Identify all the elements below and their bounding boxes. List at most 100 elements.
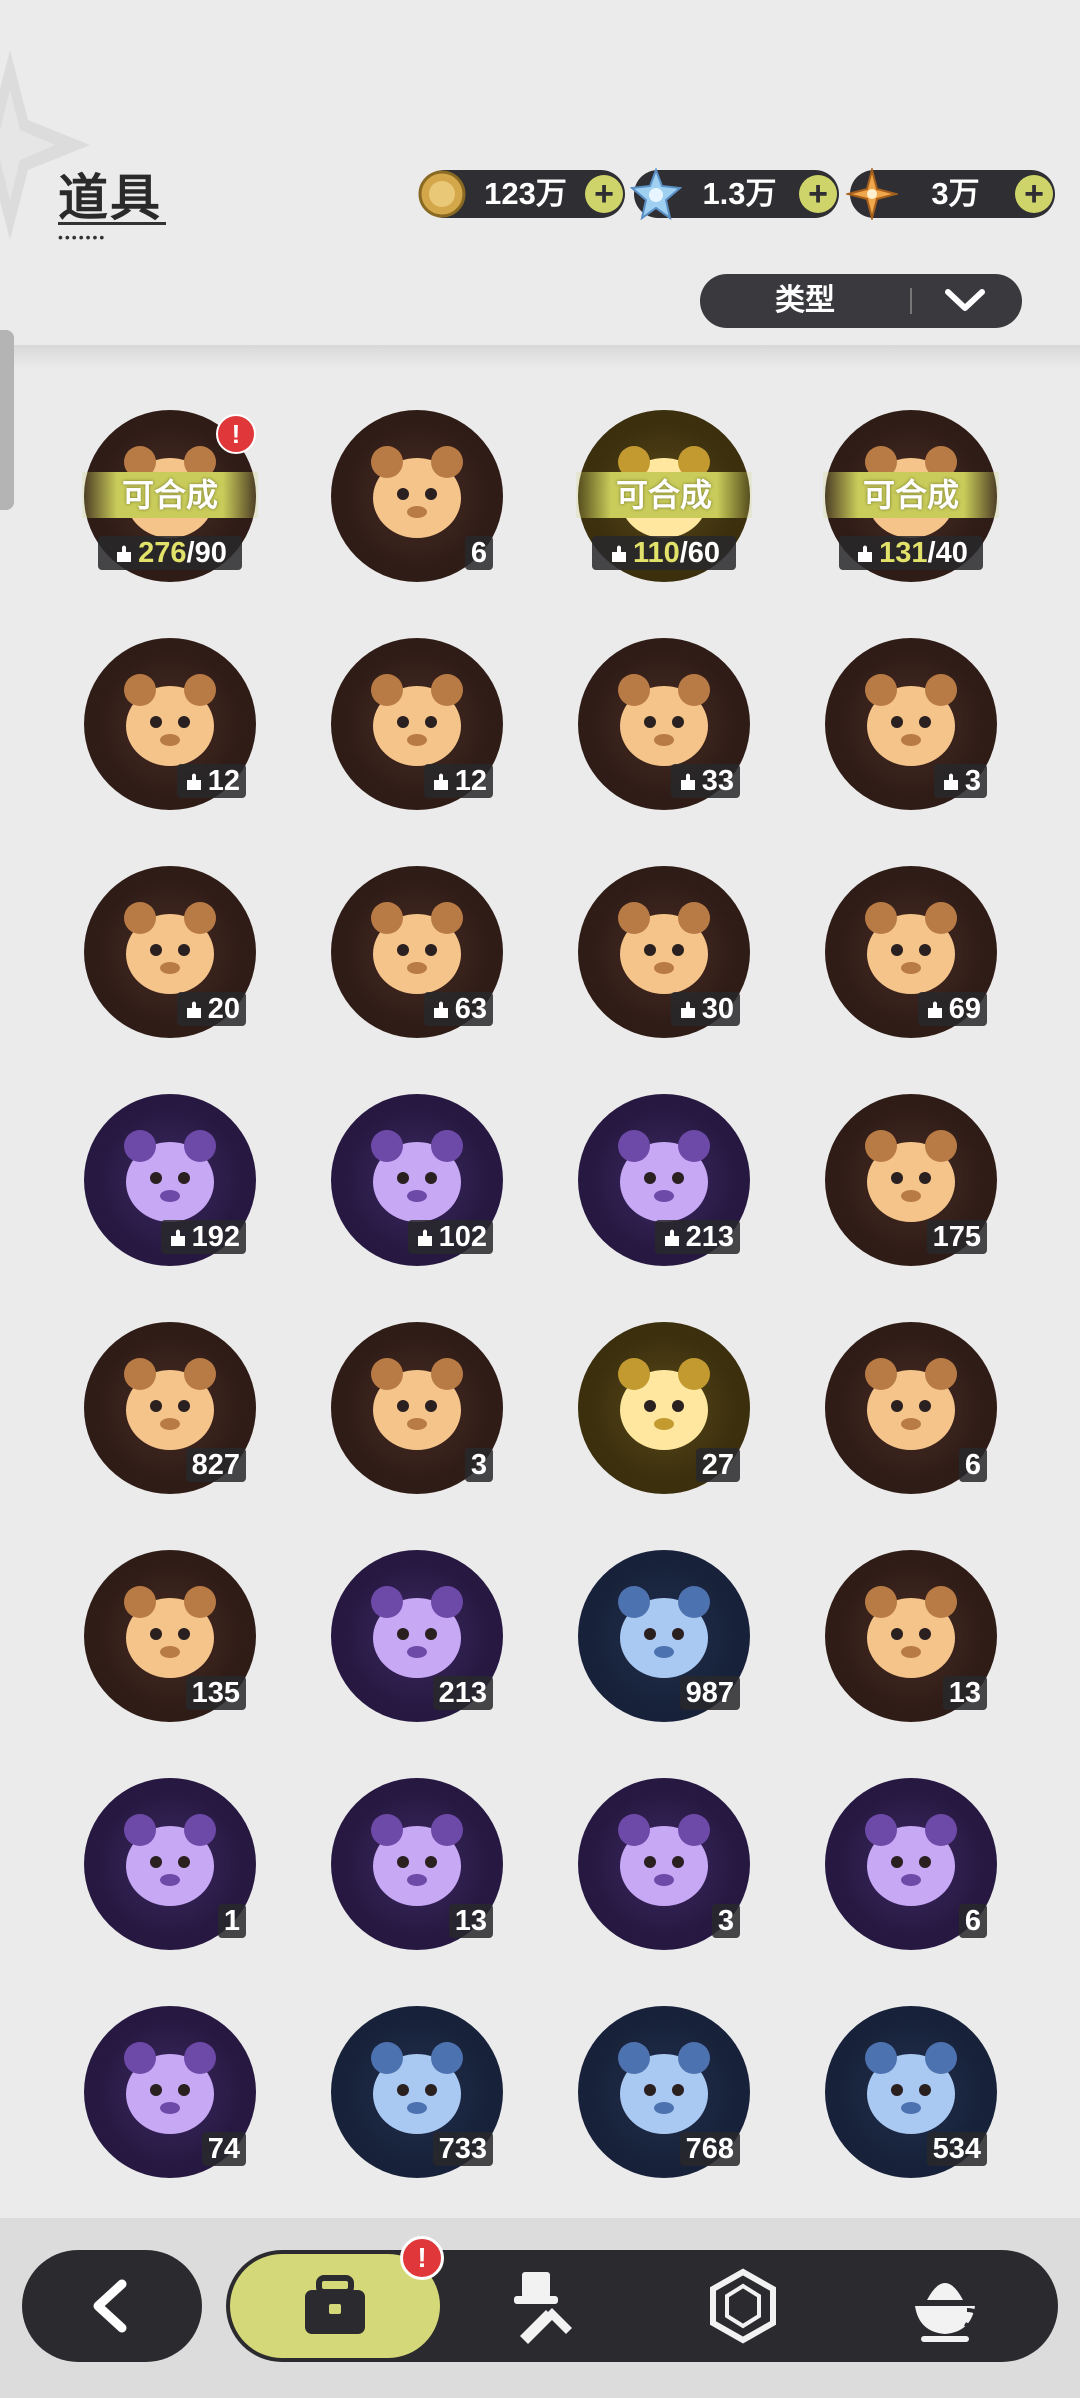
item-count: 135 — [185, 1676, 246, 1710]
inventory-item[interactable]: 1 — [84, 1778, 256, 1950]
fragment-icon — [186, 1001, 201, 1018]
item-count: 33 — [670, 764, 740, 798]
inventory-item[interactable]: 13 — [825, 1550, 997, 1722]
pickaxe-icon — [865, 2042, 957, 2134]
add-star-button[interactable]: + — [1015, 175, 1053, 213]
back-arrow-icon — [93, 2279, 127, 2333]
item-count: 534 — [926, 2132, 987, 2166]
hexagon-gem-icon[interactable] — [703, 2266, 783, 2346]
inventory-item[interactable]: 3 — [825, 638, 997, 810]
inventory-item[interactable]: 733 — [331, 2006, 503, 2178]
gold-value: 123万 — [484, 176, 567, 211]
item-count: 74 — [201, 2132, 246, 2166]
type-filter-label: 类型 — [775, 284, 835, 317]
inventory-item[interactable]: 27 — [578, 1322, 750, 1494]
inventory-item[interactable]: 3 — [578, 1778, 750, 1950]
item-count-value: 135 — [191, 1677, 240, 1709]
item-count-value: 192 — [191, 1221, 240, 1253]
item-count-value: 63 — [454, 993, 487, 1025]
title-underline — [58, 222, 166, 225]
white-tiger-plush-icon — [371, 902, 463, 994]
star-value: 3万 — [931, 176, 980, 211]
item-count: 987 — [679, 1676, 740, 1710]
orange-card-icon — [124, 1586, 216, 1678]
item-count: 6 — [958, 1904, 987, 1938]
inventory-item[interactable]: 74 — [84, 2006, 256, 2178]
blue-star-crystal-icon — [124, 1358, 216, 1450]
item-count: 12 — [423, 764, 493, 798]
inventory-item[interactable]: 69 — [825, 866, 997, 1038]
item-count: 6 — [958, 1448, 987, 1482]
teddy-bear-icon — [618, 674, 710, 766]
cup-dessert-icon[interactable] — [905, 2266, 985, 2346]
inventory-item[interactable]: 192 — [84, 1094, 256, 1266]
item-count: 6 — [464, 536, 493, 570]
inventory-item[interactable]: 534 — [825, 2006, 997, 2178]
crystal-value: 1.3万 — [702, 176, 777, 211]
hat-and-tools-icon[interactable] — [500, 2266, 580, 2346]
item-count-value: 175 — [932, 1221, 981, 1253]
item-count-value: 213 — [438, 1677, 487, 1709]
inventory-item[interactable]: 213 — [331, 1550, 503, 1722]
item-count: 733 — [432, 2132, 493, 2166]
orange-star-gem-icon — [846, 168, 898, 220]
item-count: 3 — [464, 1448, 493, 1482]
inventory-item[interactable]: 12 — [84, 638, 256, 810]
item-count-value: 13 — [454, 1905, 487, 1937]
scroll-icon — [865, 1814, 957, 1906]
header-shadow — [0, 345, 1080, 369]
inventory-item[interactable]: 827 — [84, 1322, 256, 1494]
inventory-item[interactable]: 可合成 110/60 — [576, 410, 752, 582]
item-count-value: 213 — [685, 1221, 734, 1253]
pink-star-crystal-icon — [865, 1130, 957, 1222]
fragments-owned: 110 — [632, 537, 680, 569]
inventory-item[interactable]: 30 — [578, 866, 750, 1038]
inventory-item[interactable]: 987 — [578, 1550, 750, 1722]
item-count: 192 — [160, 1220, 246, 1254]
fragments-owned: 276 — [138, 537, 187, 569]
item-count-value: 3 — [964, 765, 981, 797]
inventory-item[interactable]: 13 — [331, 1778, 503, 1950]
inventory-item[interactable]: 33 — [578, 638, 750, 810]
item-count-value: 33 — [701, 765, 734, 797]
gold-currency: 123万 + — [418, 170, 625, 218]
inventory-item[interactable]: 20 — [84, 866, 256, 1038]
item-count: 63 — [423, 992, 493, 1026]
inventory-item[interactable]: 12 — [331, 638, 503, 810]
alert-badge: ! — [216, 414, 256, 454]
crystal-currency: 1.3万 + — [630, 168, 839, 220]
inventory-item[interactable]: 768 — [578, 2006, 750, 2178]
inventory-item[interactable]: 3 — [331, 1322, 503, 1494]
side-drawer-handle[interactable] — [0, 330, 14, 510]
inventory-item[interactable]: 213 — [578, 1094, 750, 1266]
add-gold-button[interactable]: + — [585, 175, 623, 213]
back-button[interactable] — [22, 2250, 202, 2362]
blue-crystal-icon — [630, 168, 682, 220]
inventory-item[interactable]: 可合成 276/90! — [82, 410, 258, 582]
add-crystal-button[interactable]: + — [799, 175, 837, 213]
inventory-item[interactable]: 135 — [84, 1550, 256, 1722]
chevron-down-icon — [945, 289, 985, 311]
inventory-item[interactable]: 102 — [331, 1094, 503, 1266]
item-count: 3 — [711, 1904, 740, 1938]
inventory-item[interactable]: 6 — [331, 410, 503, 582]
item-count-value: 1 — [223, 1905, 240, 1937]
fragment-progress: 131/40 — [839, 536, 983, 570]
purple-cat-plush-icon — [865, 902, 957, 994]
item-count: 102 — [407, 1220, 493, 1254]
type-filter-dropdown[interactable]: 类型 — [700, 274, 1022, 328]
inventory-item[interactable]: 63 — [331, 866, 503, 1038]
inventory-item[interactable]: 175 — [825, 1094, 997, 1266]
inventory-item[interactable]: 6 — [825, 1778, 997, 1950]
inventory-item[interactable]: 6 — [825, 1322, 997, 1494]
item-count: 20 — [176, 992, 246, 1026]
item-count-value: 74 — [207, 2133, 240, 2165]
item-count: 175 — [926, 1220, 987, 1254]
fragments-required: /60 — [679, 537, 721, 569]
inventory-item[interactable]: 可合成 131/40 — [823, 410, 999, 582]
fragments-required: /40 — [927, 537, 968, 569]
fragment-icon — [433, 773, 448, 790]
yellow-chick-plush-icon — [618, 1130, 710, 1222]
item-count-value: 6 — [964, 1449, 981, 1481]
knight-bear-icon — [865, 674, 957, 766]
